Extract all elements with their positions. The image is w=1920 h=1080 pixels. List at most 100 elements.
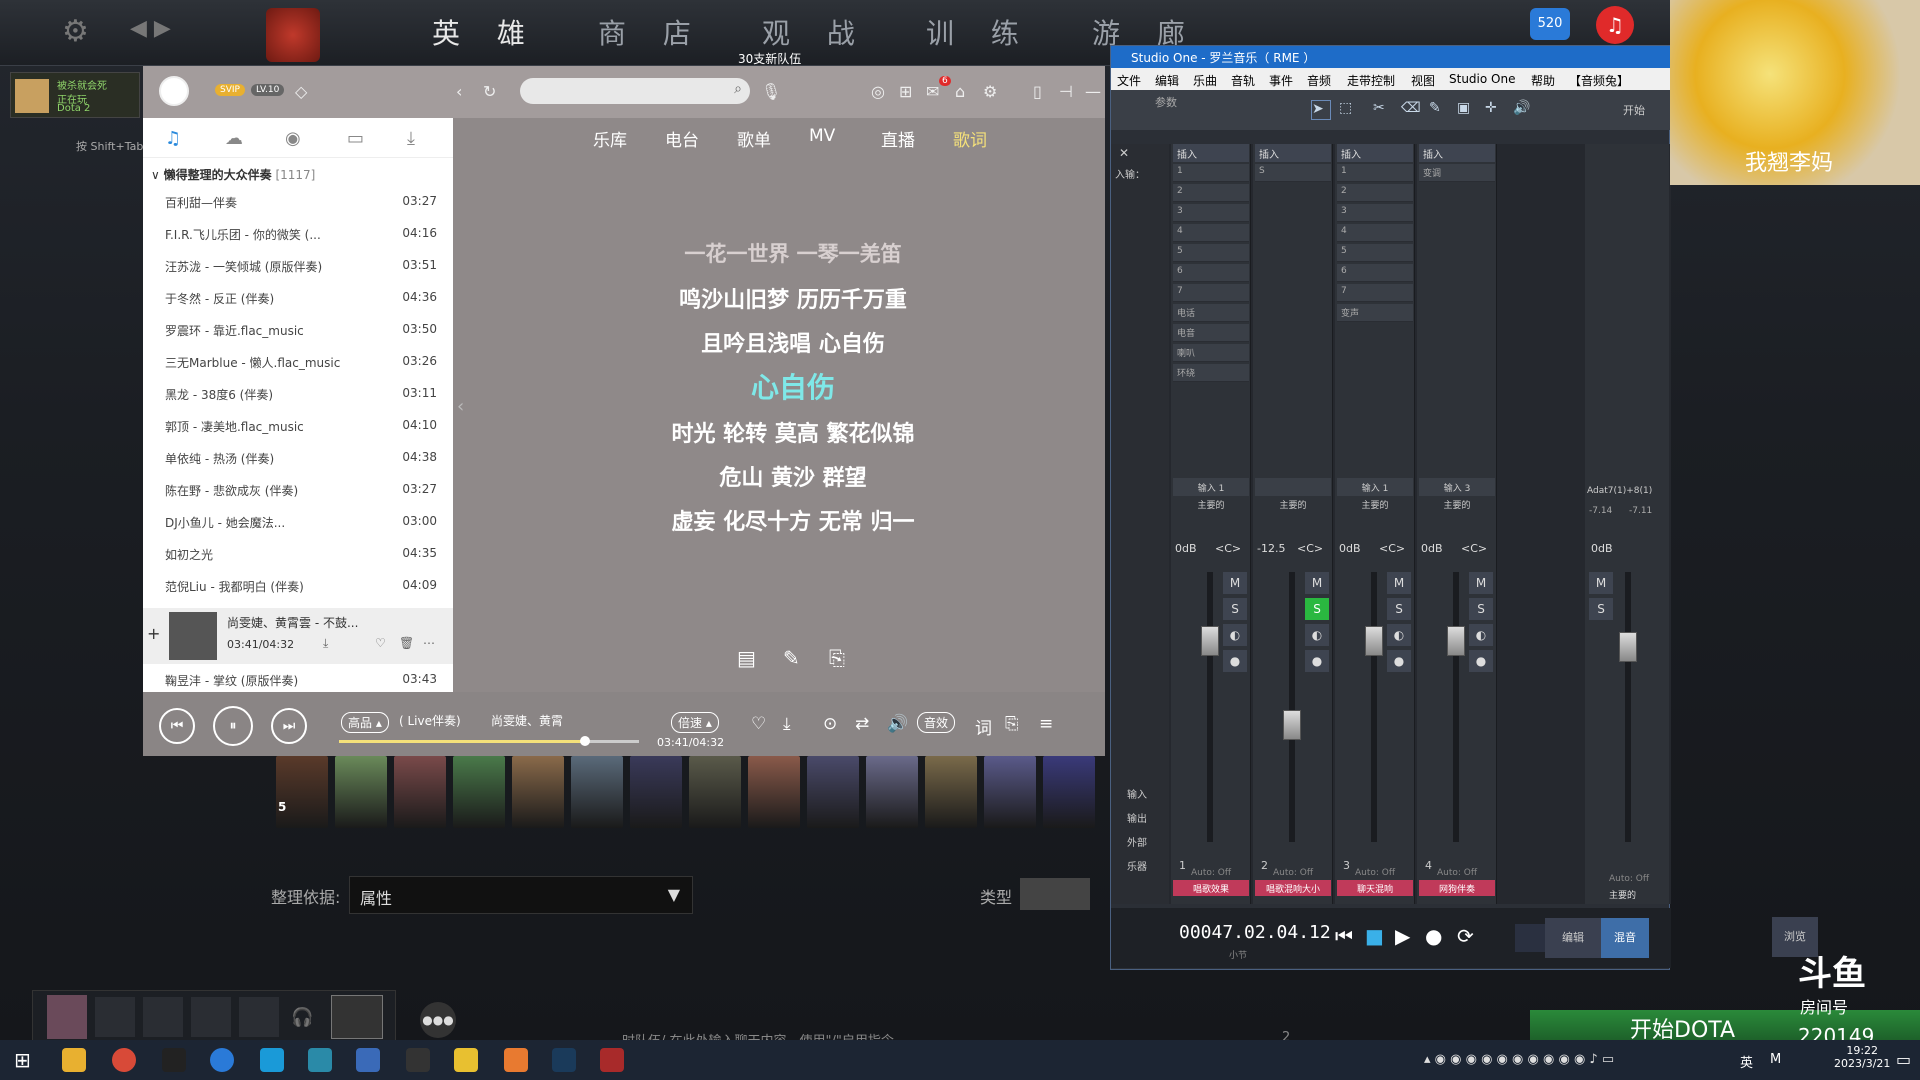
app-icon[interactable]: [454, 1048, 478, 1072]
channel-name[interactable]: 聊天混响: [1337, 880, 1413, 896]
channel-route[interactable]: 主要的: [1173, 498, 1249, 514]
rewind-icon[interactable]: ⏮: [1335, 924, 1353, 948]
next-button[interactable]: ⏭: [271, 708, 307, 744]
insert-slot[interactable]: 1: [1337, 164, 1413, 182]
channel-name[interactable]: 唱歌效果: [1173, 880, 1249, 896]
system-tray[interactable]: ▴ ◉ ◉ ◉ ◉ ◉ ◉ ◉ ◉ ◉ ◉ ♪ ▭: [1424, 1052, 1614, 1067]
automation-mode[interactable]: Auto: Off: [1191, 868, 1231, 878]
quality-button[interactable]: 高品 ▴: [341, 712, 389, 733]
insert-slot[interactable]: 喇叭: [1173, 344, 1249, 362]
ime-mode-indicator[interactable]: M: [1770, 1052, 1781, 1067]
mic-icon[interactable]: 🎙: [761, 82, 781, 101]
record-arm-button[interactable]: ●: [1469, 650, 1493, 672]
channel-fader[interactable]: [1365, 626, 1383, 656]
loop-icon[interactable]: ⇄: [855, 714, 869, 734]
settings-icon[interactable]: ⚙: [983, 82, 997, 101]
insert-slot[interactable]: 电话: [1173, 304, 1249, 322]
insert-slot[interactable]: 2: [1337, 184, 1413, 202]
windows-start-icon[interactable]: ⊞: [14, 1048, 31, 1072]
notification-icon[interactable]: ▭: [1896, 1050, 1911, 1069]
insert-slot[interactable]: S: [1255, 164, 1331, 182]
hero-portrait[interactable]: [807, 756, 859, 828]
play-icon[interactable]: ▶: [1395, 924, 1410, 948]
hero-portrait[interactable]: [335, 756, 387, 828]
eraser-tool-icon[interactable]: ⌫: [1401, 100, 1421, 120]
back-icon[interactable]: ‹: [456, 82, 462, 101]
list-item[interactable]: 汪苏泷 - 一笑倾城 (原版伴奏) 03:51: [143, 250, 453, 282]
settings-gear-icon[interactable]: ⚙: [62, 14, 89, 49]
add-icon[interactable]: +: [147, 624, 160, 643]
heart-icon[interactable]: ♡: [375, 636, 386, 650]
menu-event[interactable]: 事件: [1269, 72, 1293, 89]
chrome-icon[interactable]: [112, 1048, 136, 1072]
record-arm-button[interactable]: ●: [1305, 650, 1329, 672]
channel-pan[interactable]: <C>: [1461, 542, 1487, 555]
insert-label[interactable]: 插入: [1337, 144, 1413, 162]
paint-tool-icon[interactable]: ✎: [1429, 100, 1449, 120]
delete-icon[interactable]: 🗑: [399, 636, 414, 650]
download-icon[interactable]: ⤓: [783, 714, 791, 734]
target-icon[interactable]: ◎: [871, 82, 885, 101]
app-icon[interactable]: [356, 1048, 380, 1072]
shirt-icon[interactable]: ⌂: [955, 82, 965, 101]
mail-icon[interactable]: ✉: [926, 82, 939, 101]
file-explorer-icon[interactable]: [62, 1048, 86, 1072]
refresh-icon[interactable]: ↻: [483, 82, 496, 101]
hero-portrait[interactable]: [748, 756, 800, 828]
sound-fx-button[interactable]: 音效: [917, 712, 956, 733]
hero-portrait[interactable]: [276, 756, 328, 828]
insert-slot[interactable]: 5: [1173, 244, 1249, 262]
channel-route[interactable]: 主要的: [1419, 498, 1495, 514]
apps-icon[interactable]: ⊞: [899, 82, 912, 101]
insert-slot[interactable]: 变声: [1337, 304, 1413, 322]
side-input[interactable]: 输入: [1127, 786, 1147, 801]
playlist-header[interactable]: ∨ 懒得整理的大众伴奏 [1117]: [151, 166, 315, 183]
party-member-avatar[interactable]: [47, 995, 87, 1039]
party-slot[interactable]: [95, 997, 135, 1037]
insert-label[interactable]: 插入: [1419, 144, 1495, 162]
insert-slot[interactable]: 6: [1173, 264, 1249, 282]
channel-input[interactable]: [1255, 478, 1331, 496]
list-item[interactable]: 罗震环 - 靠近.flac_music 03:50: [143, 314, 453, 346]
bend-tool-icon[interactable]: ✛: [1485, 100, 1505, 120]
hero-portrait[interactable]: [394, 756, 446, 828]
channel-route[interactable]: 主要的: [1255, 498, 1331, 514]
list-item[interactable]: 如初之光 04:35: [143, 538, 453, 570]
dota-icon[interactable]: [600, 1048, 624, 1072]
share-icon[interactable]: ⎘: [1005, 714, 1019, 734]
hero-portrait[interactable]: [571, 756, 623, 828]
menu-track[interactable]: 音轨: [1231, 72, 1255, 89]
mute-button[interactable]: M: [1223, 572, 1247, 594]
menu-studio-one[interactable]: Studio One: [1449, 72, 1515, 86]
list-item[interactable]: 郭顶 - 凄美地.flac_music 04:10: [143, 410, 453, 442]
master-fader[interactable]: [1619, 632, 1637, 662]
hero-portrait[interactable]: [689, 756, 741, 828]
mini-mode-icon[interactable]: ▯: [1033, 82, 1042, 101]
record-icon[interactable]: ●: [1425, 924, 1442, 948]
party-slot[interactable]: [239, 997, 279, 1037]
channel-input[interactable]: 输入 1: [1173, 478, 1249, 496]
tab-store[interactable]: 商 店: [598, 12, 705, 52]
master-mute-button[interactable]: M: [1589, 572, 1613, 594]
split-tool-icon[interactable]: ✂: [1373, 100, 1393, 120]
side-external[interactable]: 外部: [1127, 834, 1147, 849]
hero-portrait[interactable]: [984, 756, 1036, 828]
lyric-share-icon[interactable]: ⎘: [829, 646, 845, 670]
list-item[interactable]: DJ小鱼儿 - 她会魔法... 03:00: [143, 506, 453, 538]
collapse-sidebar-icon[interactable]: ‹: [457, 396, 464, 417]
insert-slot[interactable]: 7: [1173, 284, 1249, 302]
insert-slot[interactable]: 3: [1173, 204, 1249, 222]
nav-playlists[interactable]: 歌单: [737, 126, 771, 151]
insert-slot[interactable]: 电音: [1173, 324, 1249, 342]
listen-tool-icon[interactable]: 🔊: [1513, 100, 1533, 120]
tab-learn[interactable]: 训 练: [926, 12, 1033, 52]
record-arm-button[interactable]: ●: [1387, 650, 1411, 672]
type-filter-buttons[interactable]: [1020, 878, 1090, 910]
list-item[interactable]: 范倪Liu - 我都明白 (伴奏) 04:09: [143, 570, 453, 602]
kugou-icon[interactable]: [210, 1048, 234, 1072]
hero-portrait[interactable]: [630, 756, 682, 828]
download-icon[interactable]: ⤓: [407, 128, 415, 149]
channel-route[interactable]: 主要的: [1337, 498, 1413, 514]
dota-logo[interactable]: [266, 8, 320, 62]
party-slot[interactable]: [143, 997, 183, 1037]
